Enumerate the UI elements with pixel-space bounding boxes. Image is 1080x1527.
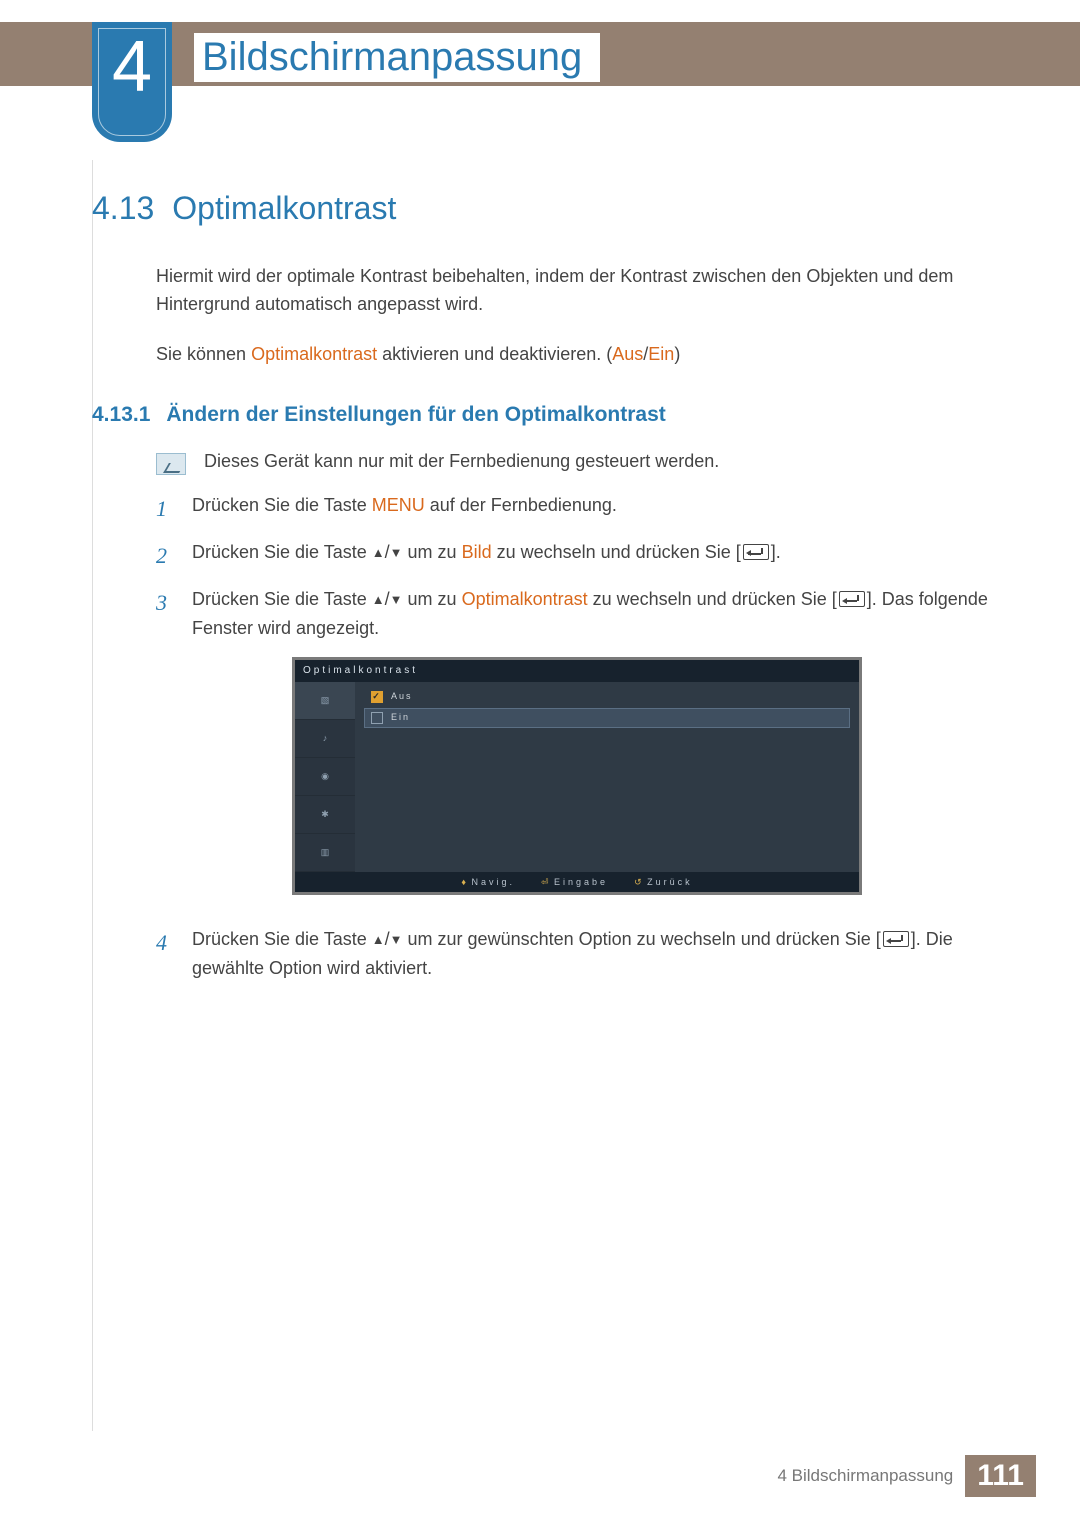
- steps-list: 1 Drücken Sie die Taste MENU auf der Fer…: [156, 491, 1000, 983]
- osd-icon-multi: ▥: [295, 834, 355, 872]
- osd-icon-picture: ▧: [295, 682, 355, 720]
- step-number: 2: [156, 538, 176, 573]
- enter-icon: [839, 591, 865, 607]
- nav-glyph: ♦: [461, 877, 466, 887]
- highlight-optimalkontrast: Optimalkontrast: [462, 589, 588, 609]
- step-1: 1 Drücken Sie die Taste MENU auf der Fer…: [156, 491, 1000, 526]
- osd-icon-setup: ✱: [295, 796, 355, 834]
- section-number: 4.13: [92, 190, 154, 226]
- footer-label: 4 Bildschirmanpassung: [777, 1466, 953, 1486]
- note-icon: [156, 453, 186, 475]
- intro-paragraph-1: Hiermit wird der optimale Kontrast beibe…: [156, 263, 1000, 319]
- enter-glyph: ⏎: [541, 877, 549, 887]
- step-number: 4: [156, 925, 176, 960]
- enter-icon: [883, 931, 909, 947]
- step-number: 1: [156, 491, 176, 526]
- osd-window: Optimalkontrast ▧ ♪ ◉ ✱ ▥ ✓Aus Ein: [292, 657, 862, 895]
- up-triangle-icon: ▲: [372, 543, 385, 564]
- osd-title: Optimalkontrast: [295, 660, 859, 682]
- highlight-ein: Ein: [648, 344, 674, 364]
- page-number: 111: [965, 1455, 1036, 1497]
- box-icon: [371, 712, 383, 724]
- note-text: Dieses Gerät kann nur mit der Fernbedien…: [204, 451, 719, 472]
- chapter-flag: 4: [92, 22, 172, 142]
- osd-sidebar: ▧ ♪ ◉ ✱ ▥: [295, 682, 355, 872]
- osd-option-ein: Ein: [365, 709, 849, 727]
- page-footer: 4 Bildschirmanpassung 111: [0, 1455, 1080, 1497]
- down-triangle-icon: ▼: [390, 590, 403, 611]
- chapter-title: Bildschirmanpassung: [194, 33, 600, 82]
- intro-paragraph-2: Sie können Optimalkontrast aktivieren un…: [156, 341, 1000, 369]
- check-icon: ✓: [371, 691, 383, 703]
- osd-main: ✓Aus Ein: [355, 682, 859, 872]
- return-glyph: ↺: [634, 877, 642, 887]
- highlight-optimalkontrast: Optimalkontrast: [251, 344, 377, 364]
- subsection-number: 4.13.1: [92, 403, 150, 426]
- step-number: 3: [156, 585, 176, 620]
- down-triangle-icon: ▼: [390, 930, 403, 951]
- osd-icon-sound: ♪: [295, 720, 355, 758]
- step-2: 2 Drücken Sie die Taste ▲/▼ um zu Bild z…: [156, 538, 1000, 573]
- step-4: 4 Drücken Sie die Taste ▲/▼ um zur gewün…: [156, 925, 1000, 983]
- enter-icon: [743, 544, 769, 560]
- osd-footer: ♦ Navig. ⏎ Eingabe ↺ Zurück: [295, 872, 859, 892]
- highlight-aus: Aus: [612, 344, 643, 364]
- step-3: 3 Drücken Sie die Taste ▲/▼ um zu Optima…: [156, 585, 1000, 913]
- down-triangle-icon: ▼: [390, 543, 403, 564]
- up-triangle-icon: ▲: [372, 930, 385, 951]
- osd-icon-network: ◉: [295, 758, 355, 796]
- note-row: Dieses Gerät kann nur mit der Fernbedien…: [156, 451, 1000, 475]
- subsection-heading: 4.13.1 Ändern der Einstellungen für den O…: [92, 403, 1000, 427]
- section-title: Optimalkontrast: [172, 190, 396, 226]
- subsection-title: Ändern der Einstellungen für den Optimal…: [166, 403, 665, 426]
- osd-option-aus: ✓Aus: [365, 688, 849, 706]
- section-heading: 4.13 Optimalkontrast: [92, 190, 1000, 227]
- page-content: 4.13 Optimalkontrast Hiermit wird der opt…: [92, 190, 1000, 995]
- up-triangle-icon: ▲: [372, 590, 385, 611]
- highlight-menu: MENU: [372, 495, 425, 515]
- highlight-bild: Bild: [462, 542, 492, 562]
